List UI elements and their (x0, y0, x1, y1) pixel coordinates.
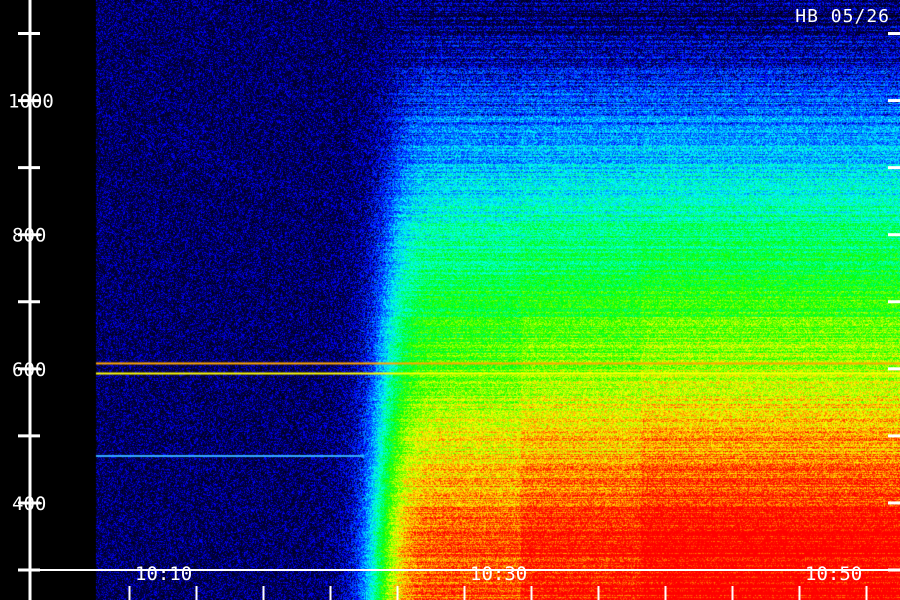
x-tick-label: 10:50 (805, 563, 862, 585)
x-tick-label: 10:10 (135, 563, 192, 585)
y-tick-label: 400 (12, 493, 46, 515)
y-tick-label: 600 (12, 359, 46, 381)
y-axis-ticks (18, 32, 900, 572)
y-tick-label: 800 (12, 225, 46, 247)
chart-axes: 400 600 800 1000 10:10 10:30 10:50 (8, 0, 900, 600)
y-tick-label: 1000 (8, 91, 54, 113)
x-axis-labels: 10:10 10:30 10:50 (135, 563, 862, 585)
x-axis-ticks (128, 586, 868, 600)
x-tick-label: 10:30 (470, 563, 527, 585)
